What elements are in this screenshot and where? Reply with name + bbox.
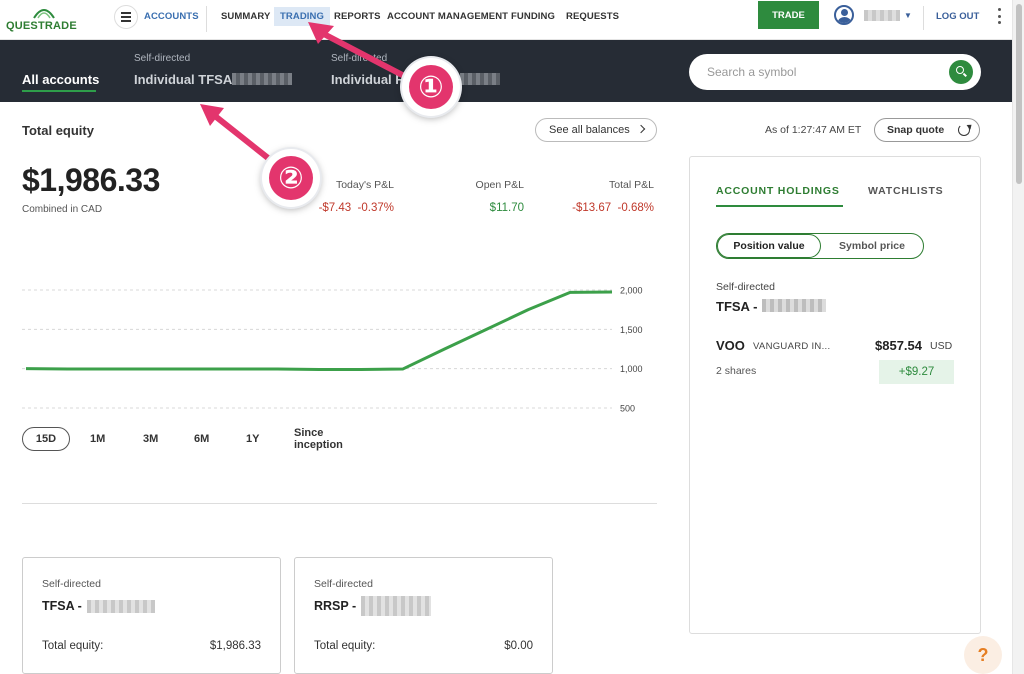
section-divider [22, 503, 657, 504]
card-total-value: $1,986.33 [209, 640, 261, 652]
nav-account-management[interactable]: ACCOUNT MANAGEMENT [387, 11, 508, 22]
account-card-tfsa[interactable]: Self-directed TFSA - Total equity: $1,98… [22, 557, 281, 674]
account-number-redacted [361, 596, 431, 616]
holding-symbol[interactable]: VOO [716, 338, 745, 353]
logo-mark-icon [33, 9, 55, 19]
range-1m[interactable]: 1M [90, 427, 105, 451]
range-6m[interactable]: 6M [194, 427, 209, 451]
toggle-symbol-price[interactable]: Symbol price [821, 234, 923, 258]
tab-all-accounts[interactable]: All accounts [22, 72, 99, 87]
card-account-name: RRSP - [314, 599, 357, 613]
chevron-down-icon[interactable]: ▼ [904, 11, 912, 20]
card-account-name: TFSA - [42, 599, 82, 613]
chevron-right-icon [636, 124, 646, 134]
nav-divider [923, 6, 924, 30]
card-sub: Self-directed [42, 578, 101, 590]
account-tab-sub: Self-directed [134, 53, 191, 64]
scrollbar-thumb[interactable] [1016, 4, 1022, 184]
symbol-search [689, 54, 981, 90]
holding-shares: 2 shares [716, 365, 757, 377]
questrade-logo[interactable]: QUESTRADE [6, 6, 86, 34]
page-scrollbar[interactable] [1012, 0, 1024, 674]
trade-button[interactable]: TRADE [758, 1, 819, 29]
range-3m[interactable]: 3M [143, 427, 158, 451]
y-tick-label: 500 [620, 404, 635, 414]
nav-requests[interactable]: REQUESTS [566, 11, 619, 22]
nav-funding[interactable]: FUNDING [511, 11, 555, 22]
card-total-value: $0.00 [504, 640, 533, 652]
y-tick-label: 1,000 [620, 364, 643, 374]
annotation-badge-2-label: ② [269, 156, 313, 200]
range-1y[interactable]: 1Y [246, 427, 259, 451]
active-tab-indicator [22, 90, 96, 92]
logo-text: QUESTRADE [6, 20, 77, 32]
value-toggle: Position value Symbol price [716, 233, 924, 259]
more-options-icon[interactable] [996, 8, 1002, 24]
card-total-label: Total equity: [314, 640, 376, 652]
snap-quote-label: Snap quote [887, 124, 945, 136]
annotation-arrow-2 [207, 109, 271, 161]
account-number-redacted [232, 73, 292, 85]
toggle-position-value[interactable]: Position value [717, 234, 821, 258]
open-pl-value: $11.70 [489, 202, 524, 214]
range-15d[interactable]: 15D [22, 427, 70, 451]
annotation-badge-1-label: ① [409, 65, 453, 109]
see-all-balances-label: See all balances [549, 124, 630, 136]
help-button[interactable]: ? [964, 636, 1002, 674]
tab-account-holdings[interactable]: ACCOUNT HOLDINGS [716, 185, 840, 197]
todays-pl-value: -$7.43 -0.37% [318, 202, 394, 214]
equity-currency-note: Combined in CAD [22, 204, 103, 215]
open-pl-label: Open P&L [475, 179, 524, 191]
annotation-badge-2: ② [262, 149, 320, 207]
total-pl-label: Total P&L [609, 179, 654, 191]
card-total-label: Total equity: [42, 640, 104, 652]
tab-individual-tfsa[interactable]: Individual TFSA [134, 72, 232, 87]
active-tab-indicator [716, 205, 843, 207]
y-tick-label: 2,000 [620, 286, 643, 296]
nav-reports[interactable]: REPORTS [334, 11, 381, 22]
annotation-badge-1: ① [402, 58, 460, 116]
holdings-panel: ACCOUNT HOLDINGS WATCHLISTS Position val… [689, 156, 981, 634]
total-pl-value: -$13.67 -0.68% [572, 202, 654, 214]
holdings-account-name: TFSA - [716, 299, 758, 314]
logout-link[interactable]: LOG OUT [936, 11, 979, 22]
refresh-icon [958, 124, 970, 136]
top-navigation: QUESTRADE ACCOUNTS SUMMARY TRADING REPOR… [0, 0, 1012, 40]
nav-divider [206, 6, 207, 32]
search-icon[interactable] [949, 60, 973, 84]
nav-accounts[interactable]: ACCOUNTS [144, 11, 199, 22]
see-all-balances-button[interactable]: See all balances [535, 118, 657, 142]
snap-quote-button[interactable]: Snap quote [874, 118, 980, 142]
tab-watchlists[interactable]: WATCHLISTS [868, 185, 943, 197]
equity-line [25, 290, 613, 371]
hamburger-menu-icon[interactable] [114, 5, 138, 29]
tab-individual-rrsp[interactable]: Individual R [331, 72, 405, 87]
account-tab-sub: Self-directed [331, 53, 388, 64]
username-redacted [864, 10, 900, 21]
range-since-inception[interactable]: Since inception [294, 427, 343, 451]
account-selector-bar: All accounts Self-directed Individual TF… [0, 40, 1012, 102]
account-number-redacted [87, 600, 155, 613]
search-input[interactable] [707, 62, 937, 82]
account-card-rrsp[interactable]: Self-directed RRSP - Total equity: $0.00 [294, 557, 553, 674]
nav-summary[interactable]: SUMMARY [221, 11, 270, 22]
nav-trading[interactable]: TRADING [274, 7, 330, 26]
holding-change-badge: +$9.27 [879, 360, 954, 384]
card-sub: Self-directed [314, 578, 373, 590]
total-equity-value: $1,986.33 [22, 162, 160, 198]
user-avatar-icon[interactable] [834, 5, 854, 25]
holding-currency: USD [930, 340, 953, 352]
holding-value: $857.54 [875, 338, 922, 353]
equity-chart-svg: 2,000 1,500 1,000 500 [22, 286, 643, 414]
total-equity-title: Total equity [22, 123, 94, 138]
holding-description: VANGUARD IN... [753, 341, 831, 352]
todays-pl-label: Today's P&L [335, 179, 394, 191]
y-tick-label: 1,500 [620, 325, 643, 335]
account-number-redacted [762, 299, 826, 312]
annotation-arrowhead-2 [200, 104, 224, 126]
as-of-timestamp: As of 1:27:47 AM ET [765, 124, 862, 136]
account-number-redacted [460, 73, 500, 85]
equity-chart: 2,000 1,500 1,000 500 [22, 270, 662, 430]
holdings-account-sub: Self-directed [716, 281, 775, 293]
